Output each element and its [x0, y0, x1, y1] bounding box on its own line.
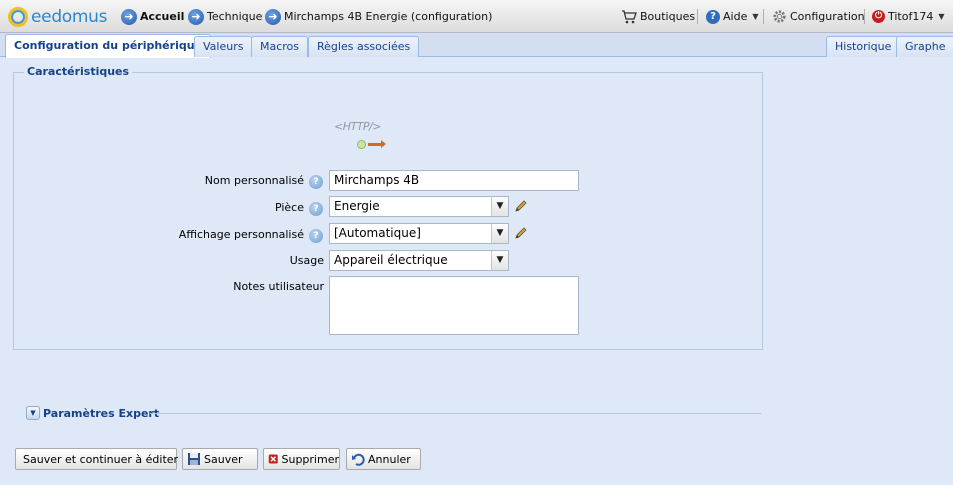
notes-label: Notes utilisateur [233, 280, 324, 293]
user-label: Titof174 [888, 10, 934, 23]
http-logo: <HTTP/> [334, 120, 381, 133]
tab-valeurs[interactable]: Valeurs [194, 36, 253, 57]
help-icon: ? [706, 9, 720, 24]
notes-textarea[interactable] [329, 276, 579, 335]
boutiques-label: Boutiques [640, 10, 696, 23]
chevron-down-icon: ▼ [491, 224, 508, 243]
crumb-device[interactable]: ➜ Mirchamps 4B Energie (configuration) [265, 0, 492, 33]
save-continue-label: Sauver et continuer à éditer [23, 452, 179, 466]
separator [864, 9, 865, 24]
crumb-accueil[interactable]: ➜ Accueil [121, 0, 184, 33]
chevron-down-icon: ▼ [491, 251, 508, 270]
separator [763, 9, 764, 24]
arrow-right-icon: ➜ [188, 8, 204, 25]
crumb-technique-label: Technique [207, 10, 263, 23]
expert-section-title[interactable]: Paramètres Expert [43, 407, 159, 420]
cart-icon [622, 9, 637, 23]
logo-text: eedomus [31, 6, 108, 27]
crumb-accueil-label: Accueil [140, 10, 185, 23]
user-menu[interactable]: ⏻ Titof174 ▼ [872, 0, 945, 33]
help-icon[interactable]: ? [309, 202, 323, 216]
gear-icon [773, 10, 786, 23]
name-label: Nom personnalisé [204, 174, 304, 187]
arrow-right-icon: ➜ [265, 8, 281, 25]
aide-label: Aide [723, 10, 748, 23]
section-title: Caractéristiques [24, 65, 133, 78]
room-select[interactable]: Energie ▼ [329, 196, 509, 217]
display-select-value: [Automatique] [334, 226, 421, 240]
room-label: Pièce [274, 201, 304, 214]
undo-icon [352, 453, 365, 466]
arrow-right-icon: ➜ [121, 8, 137, 25]
tab-graphe[interactable]: Graphe [896, 36, 953, 57]
chevron-down-icon: ▼ [491, 197, 508, 216]
pencil-icon[interactable] [514, 199, 528, 213]
aide-menu[interactable]: ? Aide ▼ [706, 0, 759, 33]
display-select[interactable]: [Automatique] ▼ [329, 223, 509, 244]
delete-button[interactable]: Supprimer [263, 448, 340, 470]
usage-select-value: Appareil électrique [334, 253, 448, 267]
delete-label: Supprimer [281, 452, 339, 466]
usage-select[interactable]: Appareil électrique ▼ [329, 250, 509, 271]
top-bar: eedomus ➜ Accueil ➜ Technique ➜ Mirchamp… [0, 0, 953, 33]
caret-down-icon: ▼ [938, 12, 945, 21]
help-icon[interactable]: ? [309, 229, 323, 243]
status-dot-icon [357, 140, 366, 149]
power-icon: ⏻ [872, 10, 885, 23]
caret-down-icon: ▼ [752, 12, 759, 21]
save-button[interactable]: Sauver [182, 448, 258, 470]
tab-regles[interactable]: Règles associées [308, 36, 420, 57]
tab-configuration[interactable]: Configuration du périphérique [5, 34, 212, 58]
tab-historique[interactable]: Historique [826, 36, 901, 57]
name-input[interactable]: Mirchamps 4B [329, 170, 579, 191]
boutiques-link[interactable]: Boutiques [621, 0, 695, 33]
help-icon[interactable]: ? [309, 175, 323, 189]
crumb-device-label: Mirchamps 4B Energie (configuration) [284, 10, 493, 23]
tab-macros[interactable]: Macros [251, 36, 309, 57]
cancel-button[interactable]: Annuler [346, 448, 421, 470]
configuration-link[interactable]: Configuration [772, 0, 865, 33]
display-label: Affichage personnalisé [178, 228, 304, 241]
delete-x-icon [268, 454, 278, 464]
expand-toggle-icon[interactable]: ▼ [26, 406, 40, 420]
tab-strip: Configuration du périphérique Valeurs Ma… [0, 33, 953, 58]
room-select-value: Energie [334, 199, 380, 213]
floppy-icon [188, 453, 200, 465]
logo[interactable]: eedomus [8, 0, 108, 33]
configuration-label: Configuration [790, 10, 865, 23]
divider [150, 413, 761, 414]
eedomus-logo-icon [8, 6, 28, 27]
content-panel: Caractéristiques <HTTP/> Nom personnalis… [0, 58, 953, 485]
save-label: Sauver [204, 452, 243, 466]
cancel-label: Annuler [368, 452, 411, 466]
usage-label: Usage [289, 254, 324, 267]
arrow-right-icon [368, 140, 386, 148]
crumb-technique[interactable]: ➜ Technique [188, 0, 262, 33]
separator [697, 9, 698, 24]
pencil-icon[interactable] [514, 226, 528, 240]
save-continue-button[interactable]: Sauver et continuer à éditer [15, 448, 179, 470]
